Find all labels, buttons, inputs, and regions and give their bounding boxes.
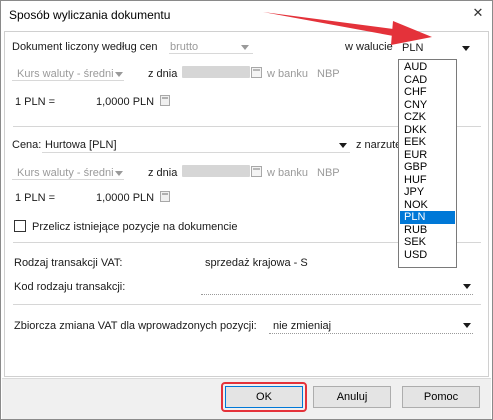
recalc-checkbox[interactable] [14, 220, 26, 232]
chevron-down-icon [463, 284, 471, 289]
rate-type-value: Kurs waluty - średni [17, 68, 114, 80]
combo-underline [269, 333, 473, 334]
help-button[interactable]: Pomoc [402, 386, 480, 408]
chevron-down-icon [462, 46, 470, 51]
date-label: z dnia [148, 68, 178, 80]
rate-type-value-2: Kurs waluty - średni [17, 167, 114, 179]
dropdown-option[interactable]: CZK [400, 111, 455, 124]
dropdown-option[interactable]: DKK [400, 124, 455, 137]
zbiorcza-value: nie zmieniaj [273, 320, 332, 332]
dropdown-option[interactable]: NOK [400, 199, 455, 212]
dropdown-option[interactable]: AUD [400, 61, 455, 74]
chevron-down-icon [339, 143, 347, 148]
currency-value: PLN [402, 42, 424, 54]
combo-underline [201, 294, 473, 295]
bank-label-2: w banku [267, 167, 308, 179]
separator [13, 304, 481, 305]
zbiorcza-combo[interactable]: nie zmieniaj [269, 315, 473, 334]
combo-underline [12, 179, 124, 180]
dropdown-option[interactable]: SEK [400, 236, 455, 249]
doc-price-label: Dokument liczony według cen [12, 41, 158, 53]
dropdown-option[interactable]: CNY [400, 99, 455, 112]
price-combo[interactable]: Hurtowa [PLN] [42, 135, 350, 153]
recalc-checkbox-label[interactable]: Przelicz istniejące pozycje na dokumenci… [32, 221, 237, 233]
date-label-2: z dnia [148, 167, 178, 179]
chevron-down-icon [241, 45, 249, 50]
combo-underline [169, 53, 253, 54]
dialog-window: Sposób wyliczania dokumentu ✕ Dokument l… [0, 0, 493, 420]
doc-price-combo[interactable]: brutto [169, 36, 253, 54]
calendar-icon[interactable] [251, 166, 262, 177]
date-field[interactable] [182, 66, 250, 78]
doc-price-value: brutto [170, 41, 199, 53]
bank-value-2: NBP [317, 167, 340, 179]
dropdown-option[interactable]: HUF [400, 174, 455, 187]
dropdown-option[interactable]: RUB [400, 224, 455, 237]
ratio-value[interactable]: 1,0000 PLN [96, 96, 154, 108]
title-bar: Sposób wyliczania dokumentu ✕ [1, 1, 492, 27]
calculator-icon[interactable] [160, 191, 170, 202]
dropdown-option[interactable]: EUR [400, 149, 455, 162]
kod-label: Kod rodzaju transakcji: [14, 281, 126, 293]
window-title: Sposób wyliczania dokumentu [9, 8, 171, 22]
dropdown-option[interactable]: CAD [400, 74, 455, 87]
dropdown-option[interactable]: CHF [400, 86, 455, 99]
chevron-down-icon [115, 171, 123, 176]
dropdown-option[interactable]: EEK [400, 136, 455, 149]
dropdown-option[interactable]: JPY [400, 186, 455, 199]
rate-type-combo-2[interactable]: Kurs waluty - średni [12, 164, 124, 180]
ratio-label: 1 PLN = [15, 96, 56, 108]
kod-combo[interactable] [201, 276, 473, 295]
combo-underline [12, 80, 124, 81]
calendar-icon[interactable] [251, 67, 262, 78]
chevron-down-icon [463, 323, 471, 328]
vat-label: Rodzaj transakcji VAT: [14, 257, 123, 269]
bank-label: w banku [267, 68, 308, 80]
combo-underline [42, 152, 350, 153]
ratio-label-2: 1 PLN = [15, 192, 56, 204]
ratio-value-2[interactable]: 1,0000 PLN [96, 192, 154, 204]
date-field-2[interactable] [182, 165, 250, 177]
dropdown-option[interactable]: GBP [400, 161, 455, 174]
currency-label: w walucie [345, 41, 393, 53]
currency-dropdown-list[interactable]: AUD CAD CHF CNY CZK DKK EEK EUR GBP HUF … [398, 59, 457, 268]
bank-value: NBP [317, 68, 340, 80]
button-bar: OK Anuluj Pomoc [2, 378, 491, 419]
close-icon[interactable]: ✕ [469, 5, 487, 21]
annotation-highlight [221, 382, 307, 412]
cancel-button[interactable]: Anuluj [313, 386, 391, 408]
rate-type-combo[interactable]: Kurs waluty - średni [12, 65, 124, 81]
price-label: Cena: [12, 139, 42, 151]
currency-combo[interactable]: PLN [398, 36, 473, 54]
price-value: Hurtowa [PLN] [45, 139, 117, 151]
calculator-icon[interactable] [160, 95, 170, 106]
chevron-down-icon [115, 72, 123, 77]
zbiorcza-label: Zbiorcza zmiana VAT dla wprowadzonych po… [14, 320, 257, 332]
dropdown-option-selected[interactable]: PLN [400, 211, 455, 224]
dropdown-option[interactable]: USD [400, 249, 455, 262]
vat-value[interactable]: sprzedaż krajowa - S [205, 257, 308, 269]
